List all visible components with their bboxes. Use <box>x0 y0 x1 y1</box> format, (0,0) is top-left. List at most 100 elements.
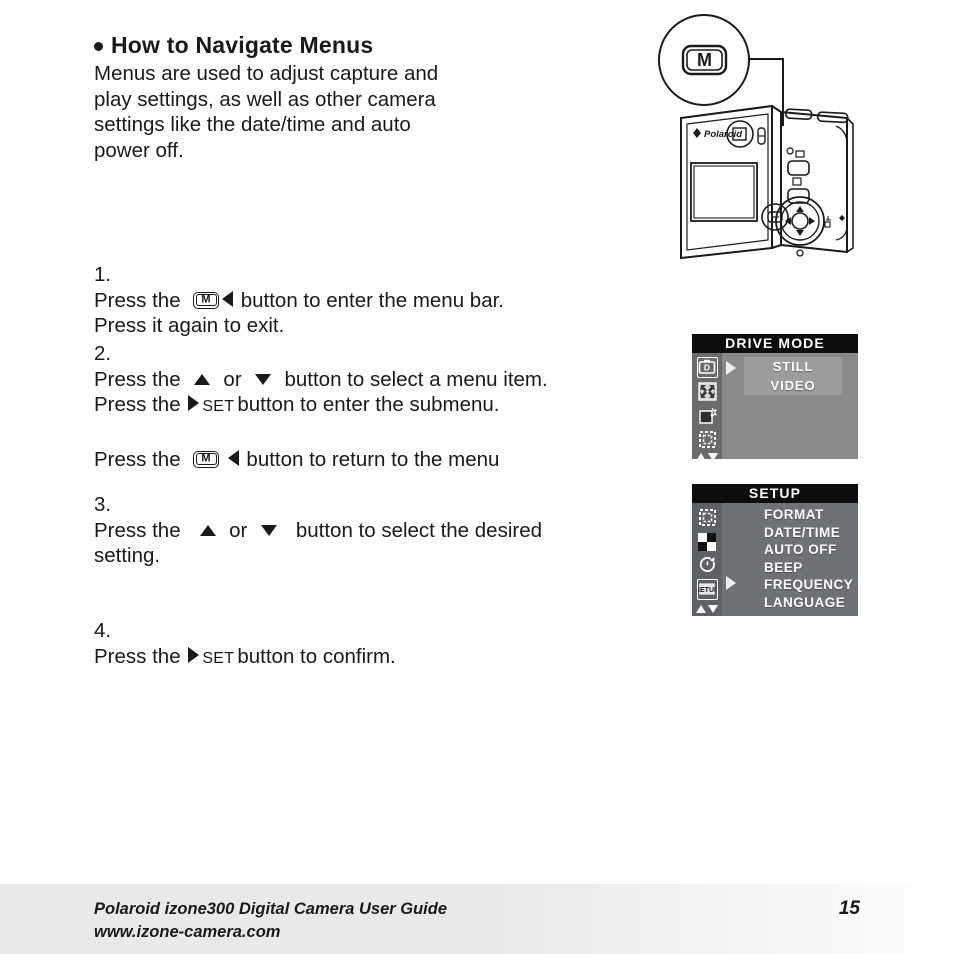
step-text: Press the <box>94 518 181 542</box>
effects-icon[interactable] <box>697 429 718 450</box>
set-label: SET <box>202 649 235 667</box>
step-body: Press the SET button to confirm. <box>94 644 669 672</box>
resolution-icon[interactable] <box>697 381 718 402</box>
playback-button <box>786 147 810 176</box>
option-frequency[interactable]: FREQUENCY <box>764 576 853 594</box>
triangle-left-icon <box>227 449 239 466</box>
rail-up-arrow <box>696 605 706 613</box>
setup-option-pane: FORMAT DATE/TIME AUTO OFF BEEP FREQUENCY… <box>722 503 858 616</box>
nav-right-arrow <box>809 217 815 225</box>
option-auto-off[interactable]: AUTO OFF <box>764 541 853 559</box>
option-still[interactable]: STILL <box>744 357 842 376</box>
drive-mode-menu-title: DRIVE MODE <box>692 334 858 353</box>
triangle-down-icon <box>260 524 277 536</box>
triangle-left-icon <box>222 290 234 307</box>
step-text: or <box>229 518 248 542</box>
step-number: 2. <box>94 342 112 365</box>
step-body: Press the or button to select the desire… <box>94 518 669 569</box>
step-line: setting. <box>94 543 669 569</box>
option-beep[interactable]: BEEP <box>764 559 853 577</box>
lcd-screen <box>690 162 758 222</box>
callout-m-button: M <box>681 44 728 76</box>
setup-menu-title: SETUP <box>692 484 858 503</box>
drive-mode-menu-screenshot: DRIVE MODE D STILL VIDEO <box>692 334 858 461</box>
rail-up-arrow <box>696 453 706 461</box>
step-body: Press the or button to select a menu ite… <box>94 367 669 473</box>
page-number: 15 <box>838 898 860 919</box>
step-text: button to enter the submenu. <box>237 393 500 416</box>
step-text: Press it again to exit. <box>94 314 285 337</box>
step-4: 4. Press the SET button to confirm. <box>94 618 669 671</box>
button-markings <box>824 215 845 228</box>
rail-down-arrow <box>708 605 718 613</box>
setup-icon[interactable]: SETUP <box>696 579 718 600</box>
footer-content: Polaroid izone300 Digital Camera User Gu… <box>94 898 860 944</box>
indicator-slot <box>757 127 766 145</box>
intro-line-text: power off. <box>94 138 184 162</box>
selection-pointer-icon <box>726 361 736 375</box>
triangle-down-icon <box>255 373 272 385</box>
page-title: How to Navigate Menus <box>94 32 674 59</box>
step-line: Press it again to exit. <box>94 313 669 339</box>
page-title-text: How to Navigate Menus <box>111 32 374 58</box>
page-footer: Polaroid izone300 Digital Camera User Gu… <box>0 884 954 954</box>
camera-illustration: M Polaroid <box>650 8 882 276</box>
m-button-icon: M <box>193 450 220 468</box>
camera-m-button <box>761 203 789 231</box>
option-video[interactable]: VIDEO <box>744 376 842 395</box>
intro-line-text: settings like the date/time and auto <box>94 113 411 136</box>
triangle-up-icon <box>194 373 211 385</box>
step-text: Press the <box>94 644 181 668</box>
up-down-arrows-icon <box>696 453 718 461</box>
option-format[interactable]: FORMAT <box>764 506 853 524</box>
polaroid-logo: Polaroid <box>693 128 742 140</box>
svg-text:D: D <box>703 363 709 373</box>
rail-down-arrow <box>708 453 718 461</box>
nav-up-arrow <box>796 206 804 212</box>
intro-line-text: Menus are used to adjust capture and <box>94 62 439 85</box>
up-down-arrows-icon <box>696 605 718 613</box>
bw-mode-icon[interactable] <box>697 531 718 552</box>
effects-icon[interactable] <box>697 507 718 528</box>
svg-text:Polaroid: Polaroid <box>704 129 742 140</box>
footer-guide-title: Polaroid izone300 Digital Camera User Gu… <box>94 900 448 918</box>
intro-line: play settings, as well as other camera <box>94 87 538 113</box>
drive-mode-submenu-box: STILL VIDEO <box>744 357 842 395</box>
step-text: setting. <box>94 544 161 567</box>
m-button-icon: M <box>193 291 220 309</box>
step-line: Press the M button to enter the menu bar… <box>94 288 669 314</box>
step-text: button to confirm. <box>237 644 396 668</box>
intro-line: settings like the date/time and auto <box>94 112 538 138</box>
step-3: 3. Press the or button to select the des… <box>94 492 669 569</box>
selection-pointer-icon <box>726 576 736 590</box>
intro-line-text: play settings, as well as other camera <box>94 87 436 111</box>
step-number: 3. <box>94 493 112 516</box>
step-number: 1. <box>94 263 112 286</box>
main-text-column: How to Navigate Menus Menus are used to … <box>94 32 674 163</box>
option-date-time[interactable]: DATE/TIME <box>764 524 853 542</box>
step-line: Press the SET button to enter the submenu… <box>94 392 669 420</box>
step-line: Press the or button to select the desire… <box>94 518 669 544</box>
footer-website: www.izone-camera.com <box>94 923 281 941</box>
bullet-icon <box>94 42 103 51</box>
step-text: button to select the desired <box>295 518 543 542</box>
step-text: Press the <box>94 367 181 391</box>
setup-icon-rail: SETUP <box>692 503 722 616</box>
step-text: Press the <box>94 288 181 312</box>
navigation-pad <box>775 196 825 246</box>
self-timer-icon[interactable] <box>697 555 718 576</box>
quality-icon[interactable] <box>697 405 718 426</box>
speaker-hole <box>796 249 804 257</box>
option-language[interactable]: LANGUAGE <box>764 594 853 612</box>
step-line: Press the SET button to confirm. <box>94 644 669 672</box>
set-label: SET <box>202 398 235 415</box>
step-number: 4. <box>94 619 112 642</box>
setup-menu-screenshot: SETUP ETU FORMAT DATE/TIME AUTO OFF BEEP… <box>692 484 858 616</box>
step-line: Press the or button to select a menu ite… <box>94 367 669 393</box>
triangle-right-icon <box>188 646 200 663</box>
m-button-letter: M <box>201 452 211 465</box>
step-text: button to select a menu item. <box>284 367 548 391</box>
drive-mode-icon[interactable]: D <box>696 357 718 378</box>
step-text: Press the <box>94 447 181 471</box>
step-text: or <box>223 367 242 391</box>
